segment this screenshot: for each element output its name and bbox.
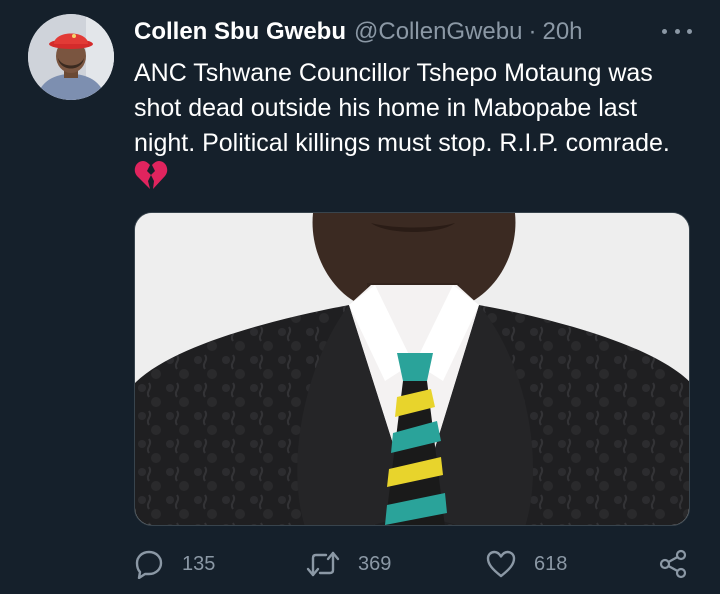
more-options-icon[interactable] [662, 18, 692, 44]
separator-dot: · [528, 18, 537, 45]
avatar[interactable] [28, 14, 114, 100]
retweet-count: 369 [358, 552, 392, 575]
reply-icon [135, 550, 163, 579]
tweet-photo[interactable] [134, 212, 690, 526]
tweet-text-line: night. Political killings must stop. R.I… [134, 129, 670, 157]
like-icon [486, 550, 516, 578]
user-handle[interactable]: @CollenGwebu [354, 18, 522, 46]
retweet-icon [306, 551, 340, 577]
like-count: 618 [534, 552, 568, 575]
tweet-text: ANC Tshwane Councillor Tshepo Motaung wa… [134, 56, 704, 161]
tweet-text-line: shot dead outside his home in Mabopabe l… [134, 94, 638, 122]
tweet-actions: 135 369 618 [134, 546, 694, 582]
tweet-header: Collen Sbu Gwebu @CollenGwebu · 20h [134, 14, 583, 50]
like-button[interactable]: 618 [486, 546, 567, 582]
timestamp[interactable]: 20h [542, 18, 582, 46]
reply-count: 135 [182, 552, 216, 575]
retweet-button[interactable]: 369 [306, 546, 391, 582]
display-name[interactable]: Collen Sbu Gwebu [134, 18, 346, 46]
broken-heart-icon [134, 160, 170, 190]
share-button[interactable] [658, 546, 706, 582]
tweet: Collen Sbu Gwebu @CollenGwebu · 20h ANC … [0, 0, 720, 594]
share-icon [659, 549, 687, 579]
reply-button[interactable]: 135 [134, 546, 215, 582]
tweet-text-line: ANC Tshwane Councillor Tshepo Motaung wa… [134, 59, 653, 87]
